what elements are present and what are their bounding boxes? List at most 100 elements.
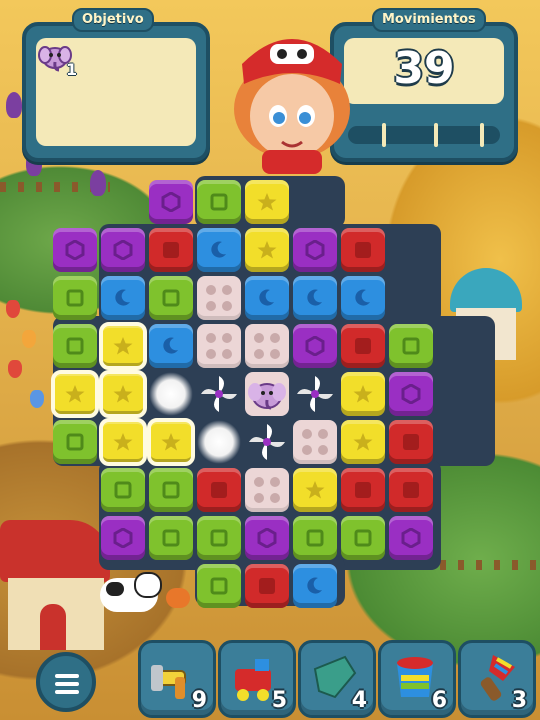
toy-block[interactable]	[245, 324, 289, 368]
red-cube[interactable]	[341, 468, 385, 512]
glove-tool[interactable]: 4	[298, 640, 376, 718]
yellow-cube[interactable]	[147, 418, 195, 466]
purple-cube[interactable]	[293, 324, 337, 368]
purple-cube-symbol-icon	[305, 336, 325, 356]
tool-count: 4	[351, 688, 367, 713]
red-cube-symbol-icon	[403, 482, 419, 498]
toy-block[interactable]	[293, 420, 337, 464]
green-cube-symbol-icon	[66, 337, 84, 355]
green-cube[interactable]	[389, 324, 433, 368]
purple-cube[interactable]	[149, 180, 193, 224]
pinwheel-blocker[interactable]	[245, 420, 289, 464]
yellow-cube-symbol-icon	[65, 385, 85, 403]
red-cube[interactable]	[389, 468, 433, 512]
blue-cube[interactable]	[245, 276, 289, 320]
green-cube[interactable]	[149, 276, 193, 320]
toy-block-studs-icon	[206, 333, 232, 359]
tool-count: 3	[511, 688, 527, 713]
red-cube-symbol-icon	[355, 338, 371, 354]
blue-cube[interactable]	[341, 276, 385, 320]
green-cube[interactable]	[149, 516, 193, 560]
green-cube-symbol-icon	[162, 481, 180, 499]
hammer-tool[interactable]: 9	[138, 640, 216, 718]
green-cube[interactable]	[53, 324, 97, 368]
green-cube[interactable]	[197, 516, 241, 560]
tool-count: 5	[271, 688, 287, 713]
yellow-cube-symbol-icon	[113, 337, 133, 355]
paint-bucket-tool[interactable]: 6	[378, 640, 456, 718]
purple-cube[interactable]	[389, 372, 433, 416]
purple-cube[interactable]	[101, 516, 145, 560]
purple-cube[interactable]	[53, 228, 97, 272]
yellow-cube[interactable]	[341, 372, 385, 416]
elephant-icon	[248, 383, 286, 410]
tulip-flower	[30, 390, 44, 408]
green-cube[interactable]	[341, 516, 385, 560]
toy-block[interactable]	[245, 468, 289, 512]
blue-cube[interactable]	[149, 324, 193, 368]
green-cube-symbol-icon	[210, 193, 228, 211]
toy-block-studs-icon	[254, 333, 280, 359]
elephant-target[interactable]	[245, 372, 289, 416]
green-cube-symbol-icon	[402, 337, 420, 355]
tool-count: 6	[431, 688, 447, 713]
pinwheel-blocker[interactable]	[293, 372, 337, 416]
yellow-cube[interactable]	[99, 418, 147, 466]
red-cube[interactable]	[149, 228, 193, 272]
purple-cube[interactable]	[245, 516, 289, 560]
yellow-cube-symbol-icon	[257, 193, 277, 211]
moves-label: Movimientos	[372, 8, 486, 32]
green-cube[interactable]	[293, 516, 337, 560]
game-board	[51, 176, 495, 608]
green-cube[interactable]	[197, 180, 241, 224]
menu-icon	[55, 682, 79, 686]
green-cube[interactable]	[53, 276, 97, 320]
sparkle-effect	[197, 420, 241, 464]
yellow-cube[interactable]	[99, 370, 147, 418]
yellow-cube[interactable]	[51, 370, 99, 418]
brush-tool[interactable]: 3	[458, 640, 536, 718]
purple-cube-symbol-icon	[401, 384, 421, 404]
green-cube[interactable]	[101, 468, 145, 512]
pinwheel-blocker[interactable]	[197, 372, 241, 416]
objective-panel: 1	[22, 22, 210, 162]
blue-cube[interactable]	[293, 276, 337, 320]
menu-button[interactable]	[36, 652, 96, 712]
yellow-cube-symbol-icon	[161, 433, 181, 451]
red-cube[interactable]	[389, 420, 433, 464]
blue-cube[interactable]	[197, 228, 241, 272]
purple-cube[interactable]	[101, 228, 145, 272]
yellow-cube[interactable]	[245, 180, 289, 224]
green-cube[interactable]	[149, 468, 193, 512]
yellow-cube[interactable]	[245, 228, 289, 272]
green-cube[interactable]	[197, 564, 241, 608]
blue-cube-symbol-icon	[163, 337, 178, 354]
purple-cube-symbol-icon	[305, 240, 325, 260]
red-cube[interactable]	[341, 324, 385, 368]
star-threshold-tick	[382, 123, 386, 147]
yellow-cube[interactable]	[99, 322, 147, 370]
toy-block[interactable]	[197, 324, 241, 368]
red-cube-symbol-icon	[355, 482, 371, 498]
green-cube-symbol-icon	[66, 289, 84, 307]
star-threshold-tick	[434, 123, 438, 147]
green-cube-symbol-icon	[354, 529, 372, 547]
purple-cube[interactable]	[389, 516, 433, 560]
yellow-cube[interactable]	[293, 468, 337, 512]
red-cube-symbol-icon	[259, 578, 275, 594]
toy-block[interactable]	[197, 276, 241, 320]
red-cube[interactable]	[197, 468, 241, 512]
blue-cube-symbol-icon	[307, 289, 322, 306]
purple-cube-symbol-icon	[113, 528, 133, 548]
red-cube[interactable]	[245, 564, 289, 608]
blue-cube[interactable]	[101, 276, 145, 320]
train-tool[interactable]: 5	[218, 640, 296, 718]
yellow-cube[interactable]	[341, 420, 385, 464]
blue-cube-symbol-icon	[259, 289, 274, 306]
red-cube[interactable]	[341, 228, 385, 272]
yellow-cube-symbol-icon	[257, 241, 277, 259]
purple-cube[interactable]	[293, 228, 337, 272]
green-cube-symbol-icon	[162, 289, 180, 307]
green-cube[interactable]	[53, 420, 97, 464]
blue-cube[interactable]	[293, 564, 337, 608]
